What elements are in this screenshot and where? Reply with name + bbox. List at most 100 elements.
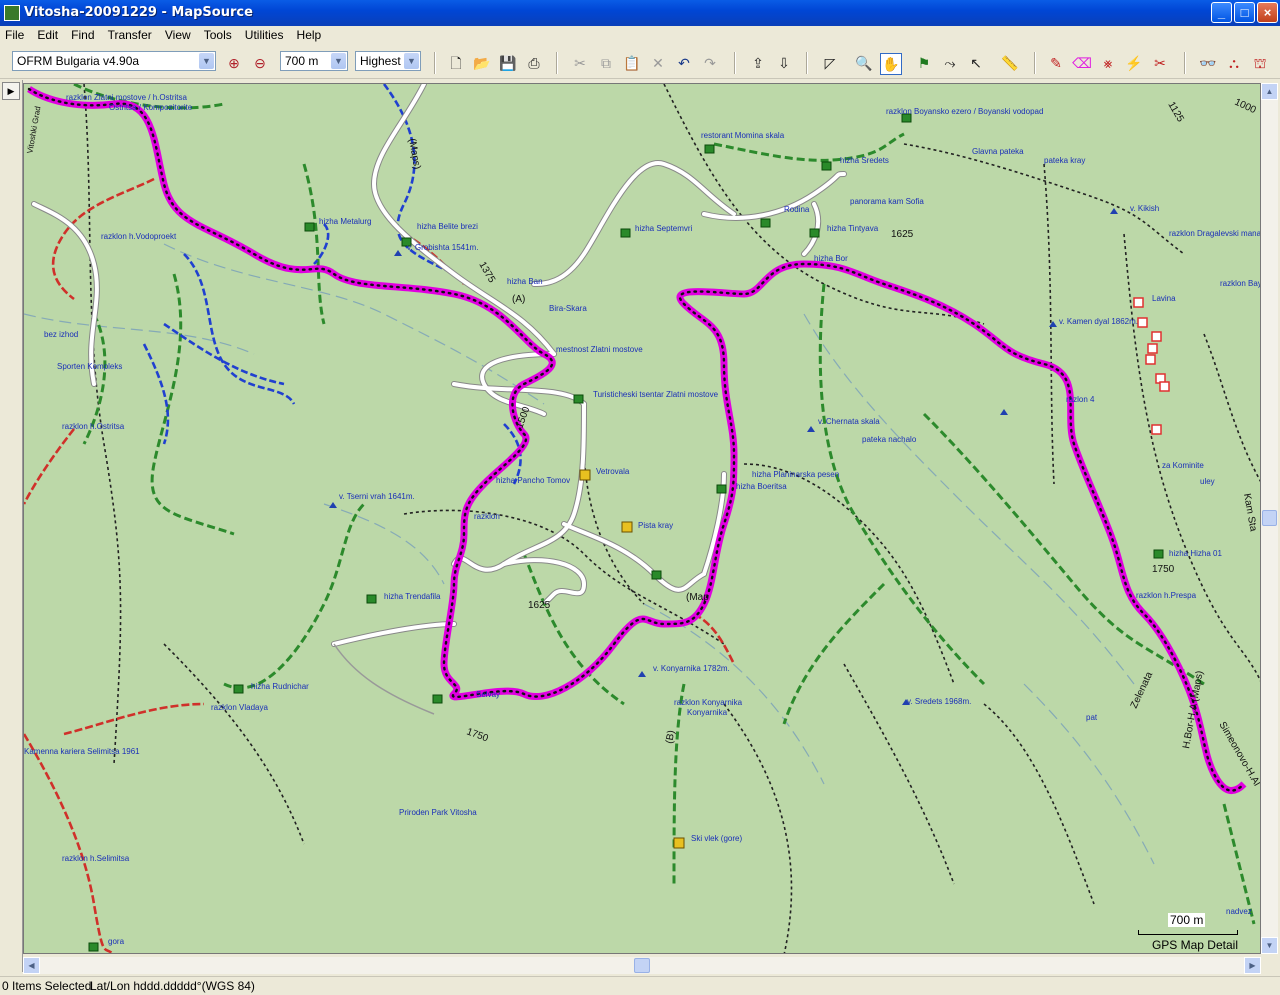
scale-bar-line: [1138, 930, 1238, 935]
map-label: uley: [1200, 477, 1215, 486]
menu-find[interactable]: Find: [66, 26, 99, 42]
gps-map-detail-caption: GPS Map Detail: [1151, 938, 1238, 952]
map-label: Vitoshki Grad: [25, 105, 42, 154]
map-canvas[interactable]: razklon Zlatni mostove / h.Ostritsa Ostr…: [23, 83, 1261, 954]
undo-icon[interactable]: ↶: [674, 53, 694, 73]
map-product-select[interactable]: OFRM Bulgaria v4.90a ▼: [12, 51, 216, 71]
elevation-label: 1000: [1233, 97, 1258, 117]
find-places-icon[interactable]: 👓: [1198, 53, 1218, 73]
map-label: razklon Konyarnika: [674, 698, 743, 707]
map-graphics: razklon Zlatni mostove / h.Ostritsa Ostr…: [24, 84, 1260, 953]
toolbar-separator: [1034, 52, 1036, 74]
chevron-down-icon[interactable]: ▼: [331, 53, 346, 69]
eraser-icon[interactable]: ⌫: [1072, 53, 1092, 73]
maximize-button[interactable]: □: [1234, 2, 1255, 23]
menu-view[interactable]: View: [160, 26, 196, 42]
map-label: hizha Trendafila: [384, 592, 441, 601]
map-tool-icon[interactable]: ◸: [820, 53, 840, 73]
chevron-down-icon[interactable]: ▼: [199, 53, 214, 69]
window-title: Vitosha-20091229 - MapSource: [24, 5, 253, 20]
zoom-out-icon[interactable]: ⊖: [250, 53, 270, 73]
horizontal-scrollbar[interactable]: ◀ ▶: [23, 957, 1261, 974]
new-document-icon[interactable]: 🗋: [446, 53, 466, 73]
map-label: hizha Planinarska pesen: [752, 470, 839, 479]
detail-level-value: Highest: [360, 54, 401, 68]
map-label: hizha Pancho Tomov: [496, 476, 570, 485]
find-address-icon[interactable]: ⛫: [1250, 53, 1270, 73]
map-label: v. Sredets 1968m.: [907, 697, 971, 706]
toolbar-separator: [1184, 52, 1186, 74]
zoom-level-select[interactable]: 700 m ▼: [280, 51, 348, 71]
menu-tools[interactable]: Tools: [199, 26, 237, 42]
hand-tool-icon[interactable]: ✋: [880, 53, 902, 75]
selection-tool-icon[interactable]: ↖: [966, 53, 986, 73]
chevron-down-icon[interactable]: ▼: [404, 53, 419, 69]
scroll-left-icon[interactable]: ◀: [23, 957, 40, 974]
map-label: gora: [108, 937, 125, 946]
toolbar-separator: [806, 52, 808, 74]
zoom-tool-icon[interactable]: 🔍: [854, 53, 874, 73]
map-label: hizha Rudnichar: [251, 682, 309, 691]
map-label: pateka nachalo: [862, 435, 917, 444]
toolbar-separator: [556, 52, 558, 74]
map-label: hizha Tintyava: [827, 224, 879, 233]
map-label: v. Konyarnika 1782m.: [653, 664, 730, 673]
close-button[interactable]: ×: [1257, 2, 1278, 23]
join-track-icon[interactable]: ✂: [1150, 53, 1170, 73]
print-icon[interactable]: ⎙: [524, 53, 544, 73]
menu-utilities[interactable]: Utilities: [240, 26, 289, 42]
receive-from-device-icon[interactable]: ⇪: [748, 53, 768, 73]
track-select-icon[interactable]: ⨳: [1098, 53, 1118, 73]
map-label: hizha Septemvri: [635, 224, 693, 233]
vertical-scrollbar[interactable]: ▲ ▼: [1261, 83, 1278, 954]
map-label: razklon Zlatni mostove / h.Ostritsa: [66, 93, 187, 102]
elevation-label: 1750: [465, 726, 490, 744]
find-nearest-icon[interactable]: ⛬: [1224, 53, 1244, 73]
route-tool-icon[interactable]: ⤳: [940, 53, 960, 73]
expand-panel-icon[interactable]: ▶: [2, 82, 20, 100]
map-label: Glavna pateka: [972, 147, 1024, 156]
elevation-label: 1625: [891, 229, 914, 240]
save-icon[interactable]: 💾: [498, 53, 518, 73]
map-label: razklon Vladaya: [211, 703, 268, 712]
status-bar: 0 Items Selected Lat/Lon hddd.ddddd°(WGS…: [0, 976, 1280, 995]
map-label: Sporten Kompleks: [57, 362, 122, 371]
divide-track-icon[interactable]: ⚡: [1124, 53, 1144, 73]
menu-edit[interactable]: Edit: [32, 26, 63, 42]
menu-transfer[interactable]: Transfer: [103, 26, 157, 42]
horizontal-scroll-thumb[interactable]: [634, 958, 650, 973]
distance-tool-icon[interactable]: 📏: [1000, 53, 1020, 73]
paste-icon[interactable]: 📋: [622, 53, 642, 73]
redo-icon[interactable]: ↷: [700, 53, 720, 73]
map-label: razklon: [474, 512, 500, 521]
waypoint-tool-icon[interactable]: ⚑: [914, 53, 934, 73]
map-label: Priroden Park Vitosha: [399, 808, 477, 817]
vertical-scroll-thumb[interactable]: [1262, 510, 1277, 526]
toolbar-separator: [734, 52, 736, 74]
title-bar: Vitosha-20091229 - MapSource _ □ ×: [0, 0, 1280, 26]
menu-file[interactable]: File: [0, 26, 29, 42]
scroll-right-icon[interactable]: ▶: [1244, 957, 1261, 974]
open-folder-icon[interactable]: 📂: [472, 53, 492, 73]
map-product-value: OFRM Bulgaria v4.90a: [17, 54, 140, 68]
menu-help[interactable]: Help: [292, 26, 327, 42]
map-label: razklon Boyansko ezero / Boyanski vodopa…: [886, 107, 1043, 116]
scroll-down-icon[interactable]: ▼: [1261, 937, 1278, 954]
coordinate-format: Lat/Lon hddd.ddddd°(WGS 84): [90, 979, 255, 993]
map-label: Bira-Skara: [549, 304, 587, 313]
cut-icon[interactable]: ✂: [570, 53, 590, 73]
mapsource-app-icon[interactable]: [4, 5, 20, 21]
map-label: Zelenata: [1129, 670, 1156, 710]
map-label: bez izhod: [44, 330, 78, 339]
map-label: v. Grobishta 1541m.: [407, 243, 478, 252]
zoom-in-icon[interactable]: ⊕: [224, 53, 244, 73]
map-label: razlon 4: [1066, 395, 1095, 404]
detail-level-select[interactable]: Highest ▼: [355, 51, 421, 71]
minimize-button[interactable]: _: [1211, 2, 1232, 23]
track-draw-icon[interactable]: ✎: [1046, 53, 1066, 73]
map-label: Pista kray: [638, 521, 673, 530]
delete-icon[interactable]: ✕: [648, 53, 668, 73]
scroll-up-icon[interactable]: ▲: [1261, 83, 1278, 100]
send-to-device-icon[interactable]: ⇩: [774, 53, 794, 73]
copy-icon[interactable]: ⧉: [596, 53, 616, 73]
